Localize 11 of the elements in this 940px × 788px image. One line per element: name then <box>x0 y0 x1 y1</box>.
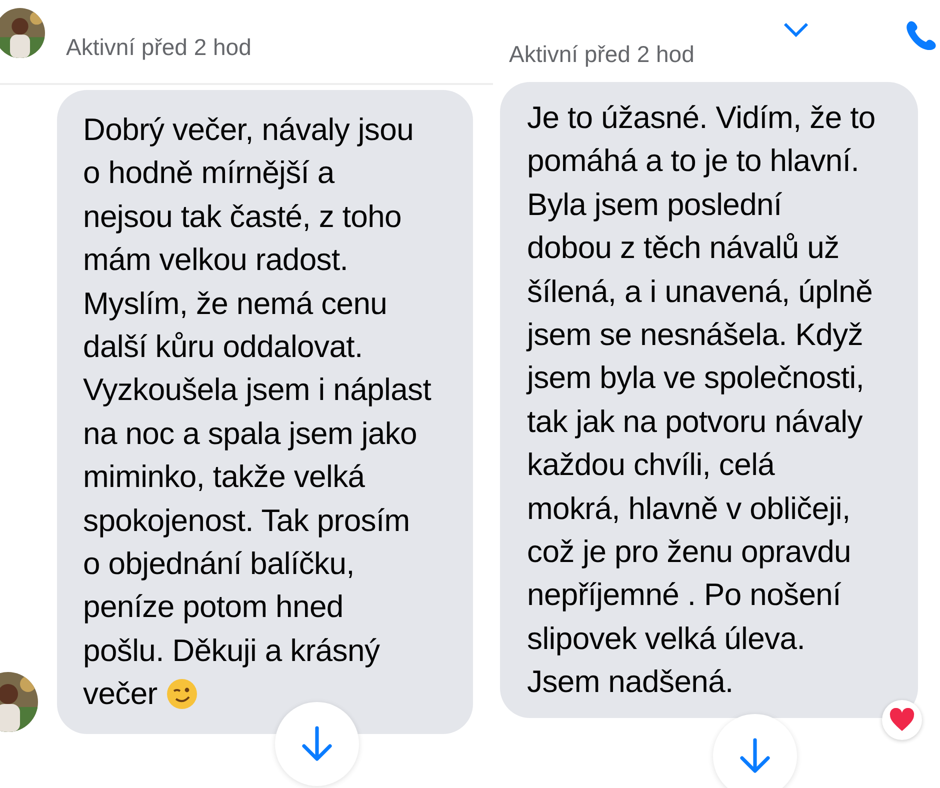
chevron-down-icon[interactable] <box>783 22 809 38</box>
heart-icon <box>889 708 915 732</box>
winking-emoji-icon <box>166 678 198 710</box>
arrow-down-icon <box>739 738 771 774</box>
message-text: Dobrý večer, návaly jsou o hodně mírnější a nejsou tak časté, z toho mám velkou radost. Myslím, že nemá cenu další kůru oddalovat. Vyzkoušela jsem i náplast na noc a spala jsem jako miminko, takže velká spokojenost. Tak prosím o objednání balíčku, peníze potom hned pošlu. Děkuji a krásný večer <box>83 111 432 714</box>
status-text: Aktivní před 2 hod <box>509 40 694 68</box>
reaction-badge[interactable] <box>882 700 922 740</box>
arrow-down-icon <box>301 726 333 762</box>
avatar[interactable] <box>0 8 45 58</box>
message-text: Je to úžasné. Vidím, že to pomáhá a to je to hlavní. Byla jsem poslední dobou z těch návalů už šílená, a i unavená, úplně jsem se nesnášela. Když jsem byla ve společnosti, tak jak na potvoru návaly každou chvíli, celá mokrá, hlavně v obličeji, což je pro ženu opravdu nepříjemné . Po nošení slipovek velká úleva. Jsem nadšená. <box>527 99 876 702</box>
status-text: Aktivní před 2 hod <box>66 33 252 61</box>
